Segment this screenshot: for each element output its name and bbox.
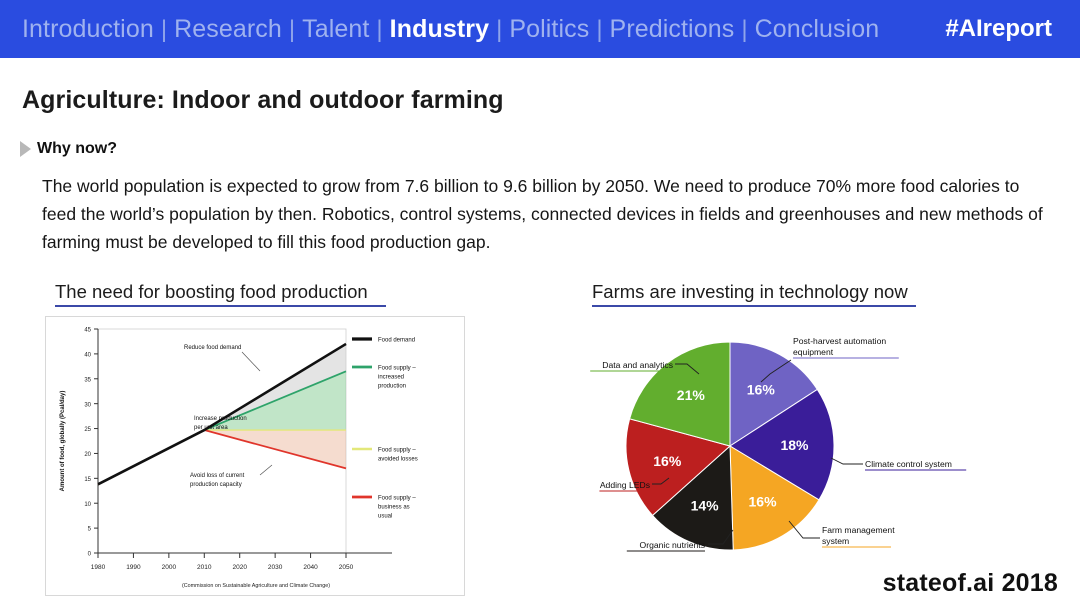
y-tick-label: 40 xyxy=(84,352,91,358)
pie-value-label-3: 14% xyxy=(691,497,720,513)
y-tick-label: 35 xyxy=(84,377,91,383)
pie-value-label-4: 16% xyxy=(653,453,682,469)
y-tick-label: 30 xyxy=(84,402,91,408)
pie-value-label-1: 18% xyxy=(780,437,809,453)
left-panel-underline xyxy=(55,304,386,307)
pie-callout-label-0: equipment xyxy=(793,347,834,357)
nav-item-list: Introduction | Research | Talent | Industry | Po… xyxy=(22,15,879,44)
why-now-bullet: Why now? xyxy=(20,140,117,158)
pie-value-label-0: 16% xyxy=(747,381,776,397)
pie-callout-label-1: Climate control system xyxy=(865,459,952,469)
right-panel-heading: Farms are investing in technology now xyxy=(592,281,916,307)
annotation-increase-production-1: Increase production xyxy=(194,416,247,422)
nav-item-conclusion[interactable]: Conclusion xyxy=(755,15,880,44)
nav-separator: | xyxy=(160,15,168,43)
nav-item-politics[interactable]: Politics xyxy=(509,15,589,44)
x-tick-label: 2050 xyxy=(339,564,354,571)
pie-callout-label-2: system xyxy=(822,536,849,546)
x-tick-label: 2010 xyxy=(197,564,212,571)
annotation-avoid-loss-2: production capacity xyxy=(190,482,242,488)
pie-callout-label-4: Adding LEDs xyxy=(600,480,650,490)
x-tick-label: 2030 xyxy=(268,564,283,571)
right-panel-heading-text: Farms are investing in technology now xyxy=(592,281,908,302)
pie-chart-svg: 16% 18% 16% 14% 16% 21% Post-harvest automatio… xyxy=(590,336,967,552)
nav-separator: | xyxy=(596,15,603,43)
pie-callout-label-3: Organic nutrients xyxy=(640,540,705,550)
legend-label-3: Food supply – xyxy=(378,495,416,501)
nav-separator: | xyxy=(741,15,748,43)
left-panel-heading: The need for boosting food production xyxy=(55,281,386,307)
pie-value-label-2: 16% xyxy=(749,494,778,510)
nav-item-industry[interactable]: Industry xyxy=(390,15,489,44)
top-navigation-bar: Introduction | Research | Talent | Industry | Po… xyxy=(0,0,1080,58)
annotation-increase-production-2: per unit area xyxy=(194,425,228,431)
x-tick-label: 2040 xyxy=(303,564,318,571)
y-axis-title: Amount of food, globally (Pcal/day) xyxy=(60,391,66,492)
legend-label-1-cont: production xyxy=(378,384,406,390)
pie-value-label-5: 21% xyxy=(677,387,706,403)
annotation-avoid-loss-1: Avoid loss of current xyxy=(190,473,245,479)
pie-callout-label-5: Data and analytics xyxy=(602,360,673,370)
nav-item-predictions[interactable]: Predictions xyxy=(610,15,735,44)
report-hashtag: #AIreport xyxy=(945,15,1052,42)
farm-technology-pie-chart: 16% 18% 16% 14% 16% 21% Post-harvest automatio… xyxy=(565,316,1065,596)
x-tick-label: 2000 xyxy=(162,564,177,571)
legend-label-3-cont: business as xyxy=(378,505,410,511)
page-title: Agriculture: Indoor and outdoor farming xyxy=(22,86,504,114)
y-tick-label: 5 xyxy=(88,527,92,533)
why-now-label: Why now? xyxy=(37,140,117,157)
nav-item-research[interactable]: Research xyxy=(174,15,282,44)
legend-label-1: Food supply – xyxy=(378,365,416,371)
x-tick-label: 2020 xyxy=(232,564,247,571)
nav-separator: | xyxy=(376,15,383,43)
nav-item-introduction[interactable]: Introduction xyxy=(22,15,154,44)
y-tick-label: 25 xyxy=(84,427,91,433)
right-panel-underline xyxy=(592,304,916,307)
pie-callout-label-2: Farm management xyxy=(822,525,895,535)
y-tick-label: 15 xyxy=(84,477,91,483)
x-tick-label: 1990 xyxy=(126,564,141,571)
left-panel-heading-text: The need for boosting food production xyxy=(55,281,368,302)
body-paragraph: The world population is expected to grow… xyxy=(42,176,1043,252)
nav-item-talent[interactable]: Talent xyxy=(302,15,369,44)
nav-separator: | xyxy=(496,15,503,43)
food-production-line-chart: 0 5 10 15 20 25 30 35 40 45 1980 1990 2000 2010 2020 20… xyxy=(45,316,465,596)
y-tick-label: 45 xyxy=(84,328,91,334)
y-tick-label: 20 xyxy=(84,452,91,458)
legend-label-0: Food demand xyxy=(378,337,415,343)
pie-leader-line-1 xyxy=(830,457,863,465)
nav-separator: | xyxy=(288,15,296,43)
triangle-bullet-icon xyxy=(20,141,31,157)
y-tick-label: 0 xyxy=(88,552,92,558)
legend-label-2: Food supply – xyxy=(378,447,416,453)
legend-label-1-cont: increased xyxy=(378,375,404,381)
pie-callout-label-0: Post-harvest automation xyxy=(793,336,886,346)
x-tick-label: 1980 xyxy=(91,564,106,571)
annotation-reduce-demand: Reduce food demand xyxy=(184,345,241,351)
line-chart-svg: 0 5 10 15 20 25 30 35 40 45 1980 1990 2000 2010 2020 20… xyxy=(60,328,418,589)
legend-label-2-cont: avoided losses xyxy=(378,457,418,463)
brand-footer: stateof.ai 2018 xyxy=(882,569,1058,597)
slide-root: Introduction | Research | Talent | Industry | Po… xyxy=(0,0,1080,608)
y-tick-label: 10 xyxy=(84,502,91,508)
legend-label-3-cont: usual xyxy=(378,514,392,520)
chart-caption: (Commission on Sustainable Agriculture a… xyxy=(182,583,330,589)
